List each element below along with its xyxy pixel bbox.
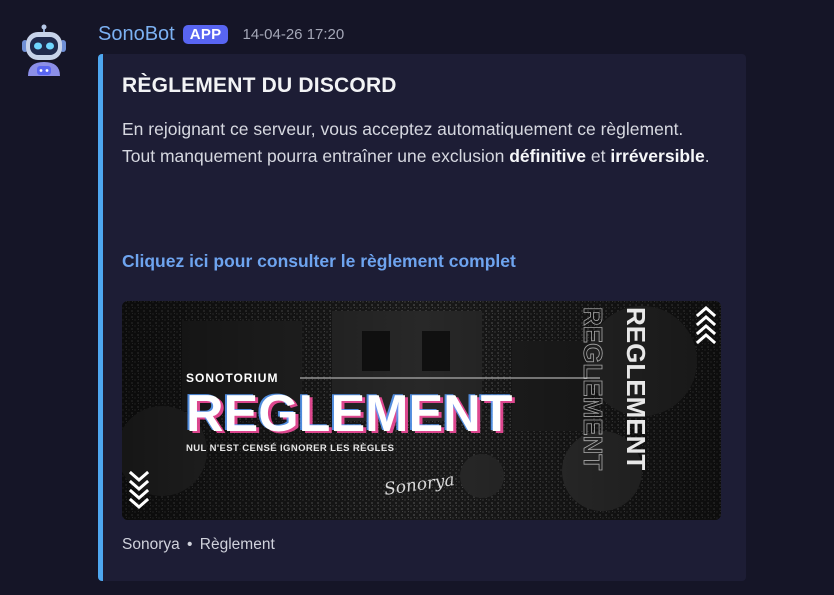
banner-vertical-text-right: REGLEMENT bbox=[621, 307, 651, 470]
avatar[interactable] bbox=[20, 24, 68, 80]
rules-banner-image: SONOTORIUM REGLEMENT REGLEMENT REGLEMENT… bbox=[122, 301, 721, 520]
banner-vertical-text-left: REGLEMENT bbox=[578, 307, 608, 470]
embed-accent-bar bbox=[98, 54, 103, 581]
footer-separator: • bbox=[187, 536, 193, 553]
robot-avatar-icon bbox=[22, 24, 66, 76]
embed-image[interactable]: SONOTORIUM REGLEMENT REGLEMENT REGLEMENT… bbox=[122, 301, 721, 520]
embed-description: En rejoignant ce serveur, vous acceptez … bbox=[122, 116, 712, 169]
footer-channel: Règlement bbox=[199, 536, 275, 553]
banner-kicker: SONOTORIUM bbox=[186, 371, 278, 385]
message-header: SonoBot APP 14-04-26 17:20 bbox=[98, 20, 344, 48]
footer-server: Sonorya bbox=[122, 536, 180, 553]
embed-footer: Sonorya • Règlement bbox=[122, 536, 275, 554]
embed-title: RÈGLEMENT DU DISCORD bbox=[122, 74, 397, 97]
rules-link[interactable]: Cliquez ici pour consulter le règlement … bbox=[122, 251, 516, 272]
message-timestamp[interactable]: 14-04-26 17:20 bbox=[242, 26, 344, 43]
embed-card: RÈGLEMENT DU DISCORD En rejoignant ce se… bbox=[98, 54, 746, 581]
banner-headline: REGLEMENT bbox=[186, 385, 513, 443]
bold-irreversible: irréversible bbox=[610, 145, 705, 166]
description-line-2: Tout manquement pourra entraîner une exc… bbox=[122, 145, 710, 166]
app-badge: APP bbox=[182, 24, 229, 44]
author-name[interactable]: SonoBot bbox=[98, 23, 175, 46]
banner-subtitle: NUL N'EST CENSÉ IGNORER LES RÈGLES bbox=[186, 443, 394, 454]
bold-definitive: définitive bbox=[509, 145, 587, 166]
description-line-1: En rejoignant ce serveur, vous acceptez … bbox=[122, 119, 684, 139]
